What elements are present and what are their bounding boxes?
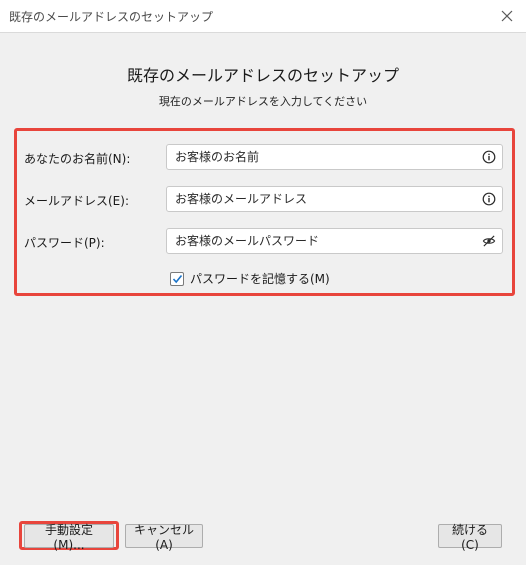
name-label: あなたのお名前(N): xyxy=(24,152,131,166)
page-heading: 既存のメールアドレスのセットアップ xyxy=(126,66,399,85)
page-subheading: 現在のメールアドレスを入力してください xyxy=(158,95,368,108)
name-input[interactable] xyxy=(167,145,475,169)
remember-password-label: パスワードを記憶する(M) xyxy=(190,272,330,286)
manual-config-button[interactable]: 手動設定(M)... xyxy=(24,523,114,552)
info-icon[interactable] xyxy=(482,192,496,206)
remember-password-row[interactable]: パスワードを記憶する(M) xyxy=(170,270,330,287)
email-input[interactable] xyxy=(167,187,475,211)
info-icon[interactable] xyxy=(482,150,496,164)
remember-password-checkbox[interactable] xyxy=(170,271,184,286)
close-icon[interactable] xyxy=(498,7,516,25)
window-title: 既存のメールアドレスのセットアップ xyxy=(9,10,214,24)
password-input[interactable] xyxy=(167,229,475,253)
password-field-wrapper xyxy=(166,228,503,254)
eye-slash-icon[interactable] xyxy=(482,234,496,248)
continue-button[interactable]: 続ける(C) xyxy=(438,523,502,552)
email-label: メールアドレス(E): xyxy=(24,194,129,208)
password-label: パスワード(P): xyxy=(24,236,105,250)
email-field-wrapper xyxy=(166,186,503,212)
cancel-button[interactable]: キャンセル(A) xyxy=(125,523,203,552)
window-titlebar: 既存のメールアドレスのセットアップ xyxy=(0,0,526,33)
name-field-wrapper xyxy=(166,144,503,170)
